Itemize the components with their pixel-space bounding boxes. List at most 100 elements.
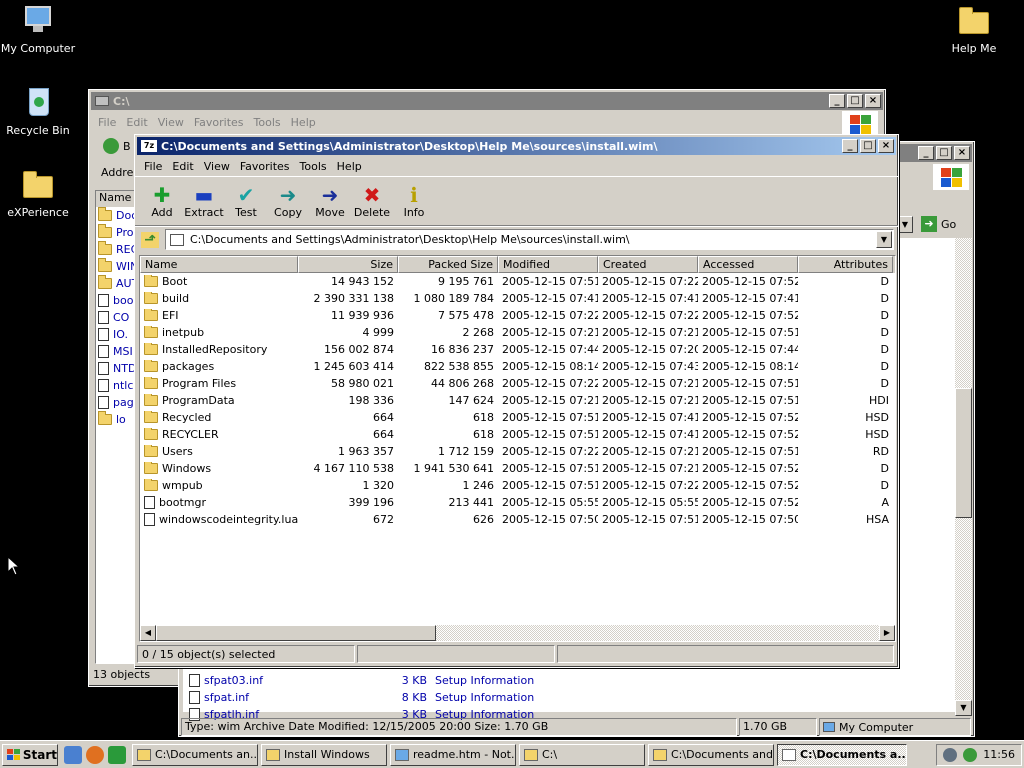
menu-tools[interactable]: Tools — [295, 160, 332, 173]
address-text[interactable]: C:\Documents and Settings\Administrator\… — [190, 233, 876, 246]
table-row[interactable]: Recycled 664 618 2005-12-15 07:51 2005-12-15… — [140, 409, 895, 426]
menu-help[interactable]: Help — [286, 116, 321, 129]
extract-button[interactable]: ▬ Extract — [183, 184, 225, 225]
address-dropdown-button[interactable]: ▼ — [897, 216, 913, 233]
go-button[interactable]: ➜ Go — [917, 214, 960, 234]
list-item[interactable]: Doc — [96, 207, 137, 224]
list-item[interactable]: ntlc — [96, 377, 134, 394]
column-header-size[interactable]: Size — [298, 256, 398, 273]
maximize-button[interactable]: □ — [860, 139, 876, 153]
table-row[interactable]: packages 1 245 603 414 822 538 855 2005-12-… — [140, 358, 895, 375]
table-row[interactable]: Boot 14 943 152 9 195 761 2005-12-15 07:51 2… — [140, 273, 895, 290]
menu-edit[interactable]: Edit — [121, 116, 152, 129]
list-item[interactable]: MSI — [96, 343, 134, 360]
test-button[interactable]: ✔ Test — [225, 184, 267, 225]
start-button[interactable]: Start — [2, 743, 58, 766]
list-item[interactable]: boo — [96, 292, 134, 309]
tray-icon-2[interactable] — [963, 747, 978, 762]
back-button[interactable]: B — [103, 138, 131, 154]
scrollbar-thumb[interactable] — [156, 625, 436, 641]
browser-icon[interactable] — [86, 745, 104, 764]
desktop-icon-my-computer[interactable]: My Computer — [0, 4, 78, 55]
menu-edit[interactable]: Edit — [167, 160, 198, 173]
column-header-accessed[interactable]: Accessed — [698, 256, 798, 273]
info-button[interactable]: ℹ Info — [393, 184, 435, 225]
menu-favorites[interactable]: Favorites — [189, 116, 249, 129]
delete-button[interactable]: ✖ Delete — [351, 184, 393, 225]
list-item[interactable]: Pro — [96, 224, 134, 241]
table-row[interactable]: Program Files 58 980 021 44 806 268 2005-12… — [140, 375, 895, 392]
list-item[interactable]: IO. — [96, 326, 134, 343]
menu-tools[interactable]: Tools — [249, 116, 286, 129]
title-bar[interactable]: 7z C:\Documents and Settings\Administrat… — [137, 137, 896, 155]
copy-button[interactable]: ➜ Copy — [267, 184, 309, 225]
media-icon[interactable] — [108, 745, 126, 764]
address-combobox[interactable]: C:\Documents and Settings\Administrator\… — [165, 229, 894, 250]
column-header-modified[interactable]: Modified — [498, 256, 598, 273]
taskbar-button[interactable]: C:\Documents an... — [132, 743, 258, 766]
list-item[interactable]: sfpat03.inf 3 KB Setup Information — [185, 672, 585, 689]
list-item[interactable]: CO — [96, 309, 134, 326]
minimize-button[interactable]: _ — [829, 94, 845, 108]
list-item[interactable]: lo — [96, 411, 134, 428]
table-row[interactable]: inetpub 4 999 2 268 2005-12-15 07:21 2005-12… — [140, 324, 895, 341]
table-row[interactable]: Windows 4 167 110 538 1 941 530 641 2005-12… — [140, 460, 895, 477]
table-row[interactable]: Users 1 963 357 1 712 159 2005-12-15 07:22 2… — [140, 443, 895, 460]
desktop-icon-help-me[interactable]: Help Me — [934, 4, 1014, 55]
sevenzip-window[interactable]: 7z C:\Documents and Settings\Administrat… — [134, 134, 899, 668]
list-item[interactable]: pag — [96, 394, 134, 411]
show-desktop-icon[interactable] — [64, 745, 82, 764]
column-header-name[interactable]: Name — [96, 191, 134, 207]
minimize-button[interactable]: _ — [918, 146, 934, 160]
title-bar[interactable]: C:\ _ □ × — [91, 92, 883, 110]
table-row[interactable]: build 2 390 331 138 1 080 189 784 2005-12-1… — [140, 290, 895, 307]
taskbar-button[interactable]: readme.htm - Not... — [390, 743, 516, 766]
close-button[interactable]: × — [954, 146, 970, 160]
list-item[interactable]: NTD — [96, 360, 136, 377]
menu-view[interactable]: View — [199, 160, 235, 173]
scroll-left-button[interactable]: ◀ — [140, 625, 156, 641]
menu-view[interactable]: View — [153, 116, 189, 129]
column-header-name[interactable]: Name — [140, 256, 298, 273]
table-row[interactable]: RECYCLER 664 618 2005-12-15 07:51 2005-12-15… — [140, 426, 895, 443]
menu-help[interactable]: Help — [332, 160, 367, 173]
menu-file[interactable]: File — [93, 116, 121, 129]
table-row[interactable]: windowscodeintegrity.lua... 672 626 2005-12… — [140, 511, 895, 528]
menu-favorites[interactable]: Favorites — [235, 160, 295, 173]
taskbar-button[interactable]: C:\Documents a... — [777, 743, 907, 766]
minimize-button[interactable]: _ — [842, 139, 858, 153]
close-button[interactable]: × — [878, 139, 894, 153]
list-item[interactable]: WIN — [96, 258, 138, 275]
horizontal-scrollbar[interactable]: ◀ ▶ — [140, 625, 895, 641]
table-row[interactable]: bootmgr 399 196 213 441 2005-12-15 05:55 200… — [140, 494, 895, 511]
list-item[interactable]: sfpat.inf 8 KB Setup Information — [185, 689, 585, 706]
desktop-icon-recycle-bin[interactable]: Recycle Bin — [0, 86, 78, 137]
column-header-created[interactable]: Created — [598, 256, 698, 273]
up-folder-button[interactable]: ⬏ — [139, 229, 161, 251]
taskbar-button[interactable]: C:\Documents and... — [648, 743, 774, 766]
table-row[interactable]: InstalledRepository 156 002 874 16 836 237… — [140, 341, 895, 358]
close-button[interactable]: × — [865, 94, 881, 108]
taskbar-button[interactable]: Install Windows — [261, 743, 387, 766]
vertical-scrollbar[interactable]: ▼ — [955, 238, 972, 716]
table-row[interactable]: ProgramData 198 336 147 624 2005-12-15 07:2… — [140, 392, 895, 409]
column-header-packed-size[interactable]: Packed Size — [398, 256, 498, 273]
list-item[interactable]: AUT — [96, 275, 138, 292]
table-row[interactable]: wmpub 1 320 1 246 2005-12-15 07:51 2005-12-1… — [140, 477, 895, 494]
maximize-button[interactable]: □ — [936, 146, 952, 160]
scrollbar-thumb[interactable] — [955, 388, 972, 518]
clock[interactable]: 11:56 — [983, 748, 1015, 761]
menu-file[interactable]: File — [139, 160, 167, 173]
address-dropdown-button[interactable]: ▼ — [876, 231, 892, 248]
desktop-icon-experience[interactable]: eXPerience — [0, 168, 78, 219]
column-header-attributes[interactable]: Attributes — [798, 256, 893, 273]
tray-icon-1[interactable] — [943, 747, 958, 762]
move-button[interactable]: ➜ Move — [309, 184, 351, 225]
list-item[interactable]: REC — [96, 241, 138, 258]
scroll-right-button[interactable]: ▶ — [879, 625, 895, 641]
add-button[interactable]: ✚ Add — [141, 184, 183, 225]
maximize-button[interactable]: □ — [847, 94, 863, 108]
table-row[interactable]: EFI 11 939 936 7 575 478 2005-12-15 07:22 20… — [140, 307, 895, 324]
scroll-down-button[interactable]: ▼ — [955, 700, 972, 716]
taskbar-button[interactable]: C:\ — [519, 743, 645, 766]
